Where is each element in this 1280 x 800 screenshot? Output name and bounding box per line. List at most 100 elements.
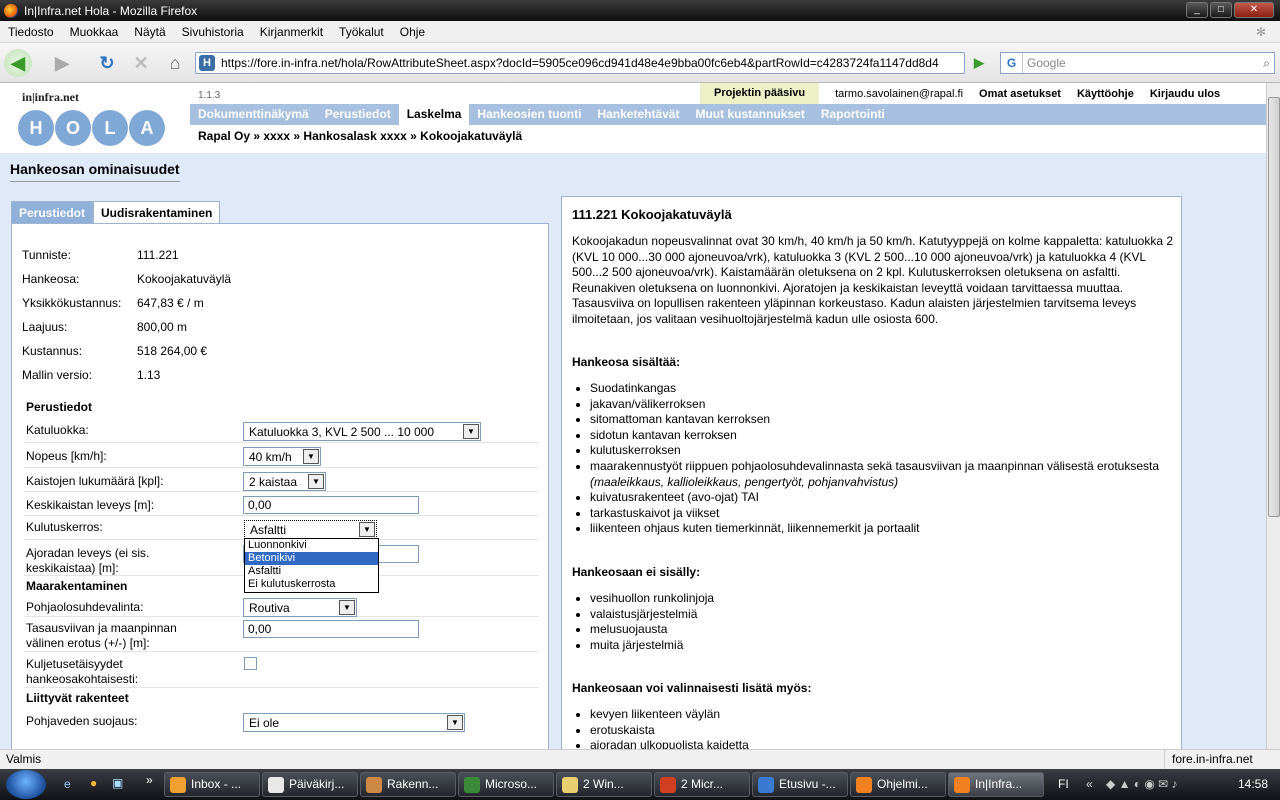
menu-help[interactable]: Ohje [392,25,433,39]
nav-muut-kustannukset[interactable]: Muut kustannukset [687,104,812,125]
settings-link[interactable]: Omat asetukset [979,88,1061,100]
go-icon[interactable]: ▶ [968,52,990,74]
project-home-link[interactable]: Projektin pääsivu [700,83,820,105]
chevron-down-icon[interactable]: ▼ [303,449,319,464]
menu-tools[interactable]: Työkalut [331,25,392,39]
nav-perustiedot[interactable]: Perustiedot [317,104,399,125]
close-button[interactable]: ✕ [1234,2,1274,18]
tray-arrow-icon[interactable]: « [1086,777,1093,791]
clock[interactable]: 14:58 [1238,777,1268,791]
maximize-button[interactable]: □ [1210,2,1232,18]
pohja-select[interactable]: Routiva ▼ [243,598,357,617]
dropdown-option[interactable]: Luonnonkivi [245,539,378,552]
katuluokka-label: Katuluokka: [26,423,89,437]
desktop-quicklaunch-icon[interactable]: ▣ [112,776,123,790]
chevron-down-icon[interactable]: ▼ [463,424,479,439]
taskbar-item[interactable]: 2 Micr... [654,772,750,797]
tab-perustiedot[interactable]: Perustiedot [11,201,94,224]
logo-letter: A [129,110,165,146]
menu-view[interactable]: Näytä [126,25,173,39]
keskikaista-row: Keskikaistan leveys [m]: 0,00 [24,492,539,516]
search-placeholder[interactable]: Google [1023,56,1066,70]
status-text: Valmis [6,752,42,766]
nopeus-select[interactable]: 40 km/h ▼ [243,447,321,466]
chevron-down-icon[interactable]: ▼ [447,715,463,730]
taskbar-item[interactable]: Ohjelmi... [850,772,946,797]
taskbar-item[interactable]: Päiväkirj... [262,772,358,797]
language-indicator[interactable]: FI [1058,777,1069,791]
list-item: melusuojausta [590,622,1170,638]
scrollbar-thumb[interactable] [1268,97,1280,517]
description-panel: 111.221 Kokoojakatuväylä Kokoojakadun no… [561,196,1182,749]
home-icon[interactable]: ⌂ [161,49,189,77]
taskbar-item[interactable]: Rakenn... [360,772,456,797]
help-link[interactable]: Käyttöohje [1077,88,1134,100]
menu-edit[interactable]: Muokkaa [62,25,127,39]
page-scrollbar[interactable] [1266,83,1280,749]
nav-raportointi[interactable]: Raportointi [813,104,893,125]
list-item: valaistusjärjestelmiä [590,607,1170,623]
includes-title: Hankeosa sisältää: [572,355,681,369]
info-row: Kustannus: 518 264,00 € [22,344,208,358]
stop-icon[interactable]: ✕ [127,49,155,77]
nav-dokumenttinakyma[interactable]: Dokumenttinäkymä [190,104,317,125]
tab-uudisrakentaminen[interactable]: Uudisrakentaminen [93,201,221,224]
dropdown-option[interactable]: Ei kulutuskerrosta [245,578,378,591]
pohja-label: Pohjaolosuhdevalinta: [26,600,144,614]
chevron-down-icon[interactable]: ▼ [308,474,324,489]
window-title: In|Infra.net Hola - Mozilla Firefox [24,3,198,18]
pohjavesi-select[interactable]: Ei ole ▼ [243,713,465,732]
taskbar-item[interactable]: Etusivu -... [752,772,848,797]
katuluokka-select[interactable]: Katuluokka 3, KVL 2 500 ... 10 000 ▼ [243,422,481,441]
tray-icon[interactable]: ◆ ▲ ◐ ◉ ✉ ♪ [1106,777,1178,791]
window-title-bar: In|Infra.net Hola - Mozilla Firefox _ □ … [0,0,1280,21]
url-bar[interactable]: H https://fore.in-infra.net/hola/RowAttr… [195,52,965,74]
taskbar-item[interactable]: Microso... [458,772,554,797]
breadcrumb[interactable]: Rapal Oy » xxxx » Hankosalask xxxx » Kok… [198,129,522,143]
ie-quicklaunch-icon[interactable]: e [64,777,71,791]
pohjavesi-label: Pohjaveden suojaus: [26,714,138,728]
tasaus-input[interactable]: 0,00 [243,620,419,638]
forward-button-icon[interactable]: ▶ [48,49,76,77]
taskbar-item[interactable]: Inbox - ... [164,772,260,797]
start-button-icon[interactable] [6,770,46,799]
google-engine-icon[interactable]: G [1001,53,1023,73]
list-item: sitomattoman kantavan kerroksen [590,412,1170,428]
more-quicklaunch-icon[interactable]: » [146,773,153,787]
list-item: erotuskaista [590,723,1170,739]
minimize-button[interactable]: _ [1186,2,1208,18]
dropdown-option-highlighted[interactable]: Betonikivi [245,552,378,565]
kulutuskerros-select[interactable]: Asfaltti ▼ [244,520,377,539]
kuljetus-checkbox[interactable] [244,657,257,670]
dropdown-option[interactable]: Asfaltti [245,565,378,578]
info-row: Yksikkökustannus: 647,83 € / m [22,296,204,310]
site-favicon: H [199,55,215,71]
search-box[interactable]: G Google ⌕ [1000,52,1275,74]
list-item: kevyen liikenteen väylän [590,707,1170,723]
nav-hankeosien-tuonti[interactable]: Hankeosien tuonti [469,104,589,125]
back-button-icon[interactable]: ◀ [4,49,32,77]
menu-history[interactable]: Sivuhistoria [174,25,252,39]
firefox-quicklaunch-icon[interactable]: ● [90,776,97,790]
list-item: liikenteen ohjaus kuten tiemerkinnät, li… [590,521,1170,537]
attributes-panel: Tunniste: 111.221 Hankeosa: Kokoojakatuväy… [11,223,549,749]
chevron-down-icon[interactable]: ▼ [359,522,375,537]
description-text: Kokoojakadun nopeusvalinnat ovat 30 km/h… [572,234,1174,326]
nav-laskelma[interactable]: Laskelma [398,104,470,125]
logout-link[interactable]: Kirjaudu ulos [1150,88,1220,100]
url-text[interactable]: https://fore.in-infra.net/hola/RowAttrib… [221,56,939,70]
reload-icon[interactable]: ↻ [93,49,121,77]
menu-file[interactable]: Tiedosto [0,25,62,39]
nav-hanketehtavat[interactable]: Hanketehtävät [589,104,687,125]
search-icon[interactable]: ⌕ [1263,56,1270,71]
taskbar-item-active[interactable]: In|Infra... [948,772,1044,797]
chevron-down-icon[interactable]: ▼ [339,600,355,615]
menu-bookmarks[interactable]: Kirjanmerkit [252,25,331,39]
kaistat-select[interactable]: 2 kaistaa ▼ [243,472,326,491]
navigation-toolbar: ◀ ▶ ↻ ✕ ⌂ H https://fore.in-infra.net/ho… [0,43,1280,83]
kuljetus-label: Kuljetusetäisyydet hankeosakohtaisesti: [26,657,139,686]
web-page: in|infra.net 1.1.3 H O L A Projektin pää… [0,83,1266,749]
list-item: muita järjestelmiä [590,638,1170,654]
taskbar-item[interactable]: 2 Win... [556,772,652,797]
keskikaista-input[interactable]: 0,00 [243,496,419,514]
